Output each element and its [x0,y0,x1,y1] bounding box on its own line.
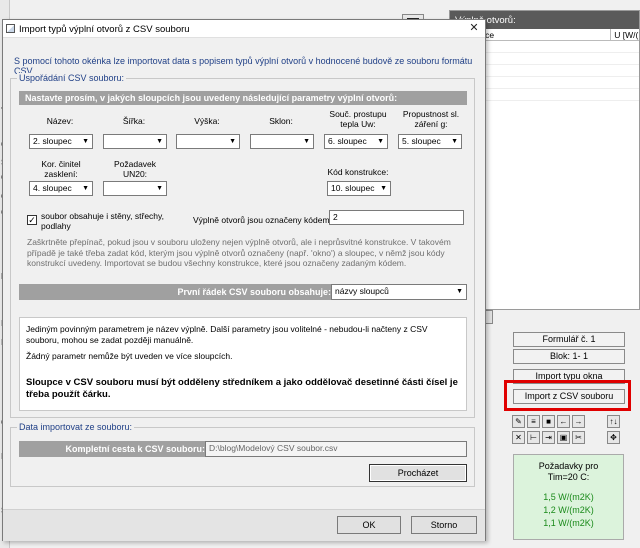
construction-code-column-value: 10. sloupec [331,183,375,193]
chevron-down-icon: ▼ [229,138,236,145]
form-number-button[interactable]: Formulář č. 1 [513,332,625,347]
csv-layout-legend: Uspořádání CSV souboru: [17,73,127,83]
glazing-column-select[interactable]: 4. sloupec ▼ [29,181,93,196]
dialog-button-bar: OK Storno [3,509,485,541]
uw-label: Souč. prostupu tepla Uw: [329,109,387,129]
info-required-text: Jediným povinným parametrem je název výp… [26,324,428,345]
chevron-down-icon: ▼ [156,185,163,192]
stop-icon[interactable]: ■ [542,415,555,428]
name-column-select[interactable]: 2. sloupec ▼ [29,134,93,149]
requirements-title: Požadavky pro [538,461,599,471]
dialog-titlebar[interactable]: Import typů výplní otvorů z CSV souboru … [3,20,485,38]
chevron-down-icon: ▼ [451,138,458,145]
chevron-down-icon: ▼ [82,138,89,145]
g-column-select[interactable]: 5. sloupec ▼ [398,134,462,149]
height-column-select[interactable]: ▼ [176,134,240,149]
up-down-icon[interactable]: ↑↓ [607,415,620,428]
un20-label: Požadavek UN20: [113,159,157,179]
separator-warning: Sloupce v CSV souboru musí být odděleny … [26,377,458,400]
chevron-down-icon: ▼ [377,138,384,145]
list-icon[interactable]: ≡ [527,415,540,428]
chevron-down-icon: ▼ [456,288,463,295]
requirement-value: 1,1 W/(m2K) [543,518,594,528]
slope-column-select[interactable]: ▼ [250,134,314,149]
edit-icon[interactable]: ✎ [512,415,525,428]
cancel-button[interactable]: Storno [411,516,477,534]
column-header-u[interactable]: U [W/( [611,29,639,40]
include-walls-checkbox[interactable]: ✓ [27,215,37,225]
columns-header: Nastavte prosím, v jakých sloupcích jsou… [19,91,467,105]
import-csv-dialog: Import typů výplní otvorů z CSV souboru … [2,19,486,541]
uw-column-select[interactable]: 6. sloupec ▼ [324,134,388,149]
highlight-frame [504,380,631,411]
requirement-value: 1,5 W/(m2K) [543,492,594,502]
chevron-down-icon: ▼ [380,185,387,192]
g-label: Propustnost sl. záření g: [402,109,460,129]
toolbar-row-1: ✎ ≡ ■ ← → ↑↓ [512,415,620,428]
width-label: Šířka: [122,116,146,126]
info-unique-text: Žádný parametr nemůže být uveden ve více… [26,351,233,361]
arrow-left-icon[interactable]: ← [557,415,570,428]
requirements-box: Požadavky pro Tim=20 C: 1,5 W/(m2K) 1,2 … [513,454,624,540]
first-row-value: názvy sloupců [335,286,389,296]
construction-code-column-select[interactable]: 10. sloupec ▼ [327,181,391,196]
delete-icon[interactable]: ✕ [512,431,525,444]
csv-layout-group: Uspořádání CSV souboru: Nastavte prosím,… [10,73,475,418]
ok-button[interactable]: OK [337,516,401,534]
first-row-select[interactable]: názvy sloupců ▼ [331,284,467,300]
name-column-value: 2. sloupec [33,136,72,146]
window-icon [6,24,15,33]
width-column-select[interactable]: ▼ [103,134,167,149]
move-icon[interactable]: ✥ [607,431,620,444]
requirements-subtitle: Tim=20 C: [547,472,590,482]
opening-code-label: Výplně otvorů jsou označeny kódem: [193,215,332,225]
close-icon[interactable]: ✕ [467,22,481,35]
construction-code-label: Kód konstrukce: [327,167,389,177]
un20-column-select[interactable]: ▼ [103,181,167,196]
file-source-group: Data importovat ze souboru: Kompletní ce… [10,422,475,487]
glazing-factor-label: Kor. činitel zasklení: [41,159,81,179]
cut-icon[interactable]: ✂ [572,431,585,444]
chevron-down-icon: ▼ [303,138,310,145]
browse-button[interactable]: Procházet [369,464,467,482]
opening-code-input[interactable]: 2 [329,210,464,225]
tab-icon[interactable]: ⇥ [542,431,555,444]
include-walls-label: soubor obsahuje i stěny, střechy, podlah… [41,211,165,231]
g-column-value: 5. sloupec [402,136,441,146]
name-label: Název: [46,116,74,126]
slope-label: Sklon: [269,116,293,126]
indent-icon[interactable]: ⊢ [527,431,540,444]
copy-icon[interactable]: ▣ [557,431,570,444]
uw-column-value: 6. sloupec [328,136,367,146]
glazing-column-value: 4. sloupec [33,183,72,193]
height-label: Výška: [194,116,220,126]
file-source-legend: Data importovat ze souboru: [17,422,135,432]
arrow-right-icon[interactable]: → [572,415,585,428]
chevron-down-icon: ▼ [156,138,163,145]
walls-help-text: Zaškrtněte přepínač, pokud jsou v soubor… [27,237,451,268]
dialog-title: Import typů výplní otvorů z CSV souboru [19,24,190,35]
file-path-input[interactable]: D:\blog\Modelový CSV soubor.csv [205,441,467,457]
toolbar-row-2: ✕ ⊢ ⇥ ▣ ✂ ✥ [512,431,620,444]
block-button[interactable]: Blok: 1- 1 [513,349,625,364]
chevron-down-icon: ▼ [82,185,89,192]
info-box: Jediným povinným parametrem je název výp… [19,317,467,411]
requirement-value: 1,2 W/(m2K) [543,505,594,515]
